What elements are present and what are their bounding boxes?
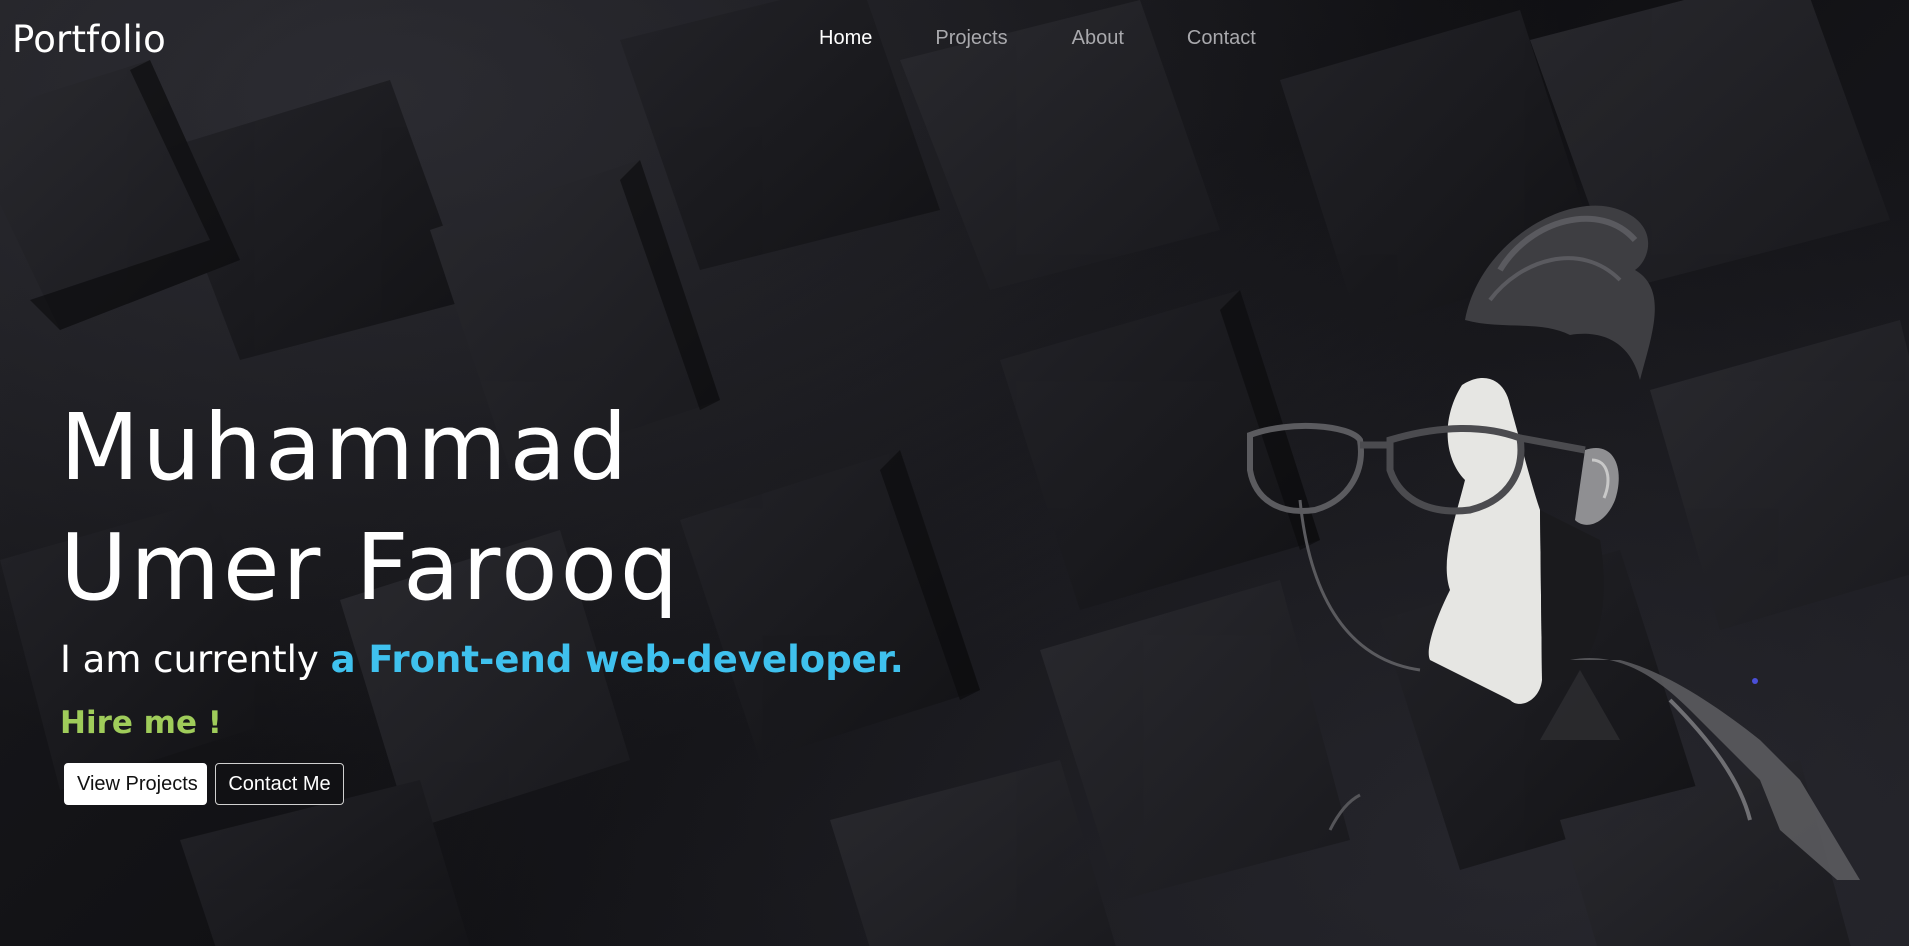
page: Portfolio Home Projects About Contact Mu… [0, 0, 1909, 946]
indicator-dot [1752, 678, 1758, 684]
nav-item-home[interactable]: Home [819, 27, 872, 50]
hire-me-text: Hire me ! [60, 705, 222, 741]
avatar-illustration-icon [1247, 205, 1860, 880]
nav-item-about[interactable]: About [1072, 27, 1124, 50]
nav-item-contact[interactable]: Contact [1187, 27, 1256, 50]
brand-logo[interactable]: Portfolio [12, 18, 166, 61]
main-nav: Home Projects About Contact [800, 27, 1308, 50]
hero-name: Muhammad Umer Farooq [60, 388, 681, 628]
nav-item-projects[interactable]: Projects [935, 27, 1007, 50]
tagline-accent: a Front-end web-developer. [330, 638, 904, 681]
hero-name-line1: Muhammad [60, 394, 631, 501]
view-projects-button[interactable]: View Projects [64, 763, 207, 805]
hero-name-line2: Umer Farooq [60, 514, 682, 621]
contact-me-button[interactable]: Contact Me [215, 763, 344, 805]
hero-tagline: I am currently a Front-end web-developer… [60, 638, 904, 681]
tagline-prefix: I am currently [60, 638, 319, 681]
